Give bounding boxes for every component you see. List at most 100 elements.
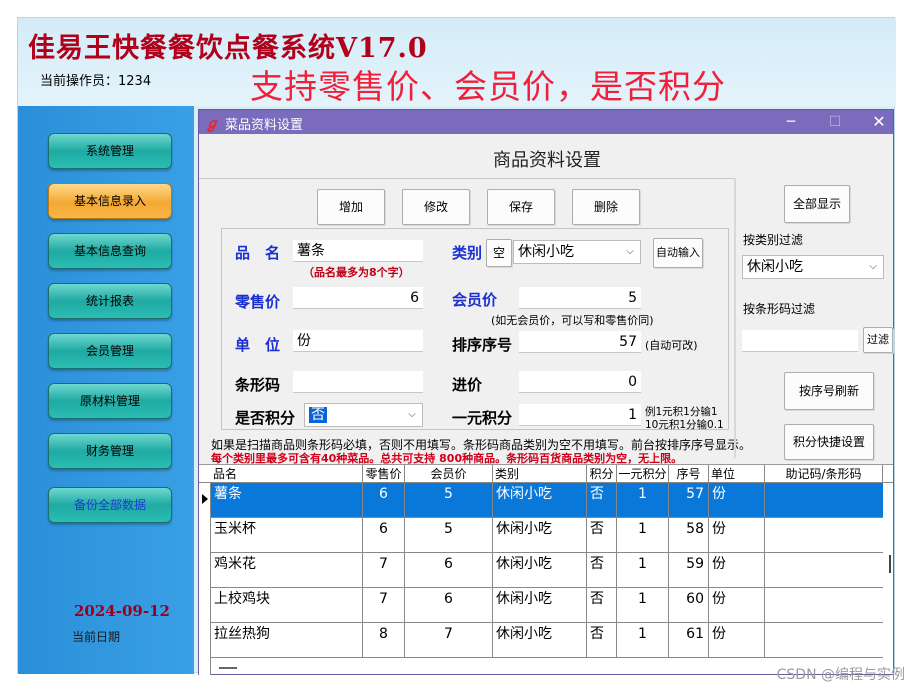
chevron-down-icon: ⌵ [408,409,416,420]
sidebar-item-members[interactable]: 会员管理 [48,333,172,369]
table-cell: 1 [617,483,669,518]
category-label: 类别 [452,244,483,262]
filter-barcode-label: 按条形码过滤 [743,302,816,316]
sidebar-item-materials[interactable]: 原材料管理 [48,383,172,419]
table-cell: 薯条 [211,483,363,518]
table-cell: 7 [363,588,405,623]
yuan-points-note-2: 10元积1分输0.1 [645,419,724,431]
table-row[interactable]: 上校鸡块 7 6 休闲小吃 否 1 60 份 [211,588,883,623]
table-cell: 1 [617,518,669,553]
scrollbar-thumb[interactable] [889,555,891,573]
auto-input-button[interactable]: 自动输入 [653,238,703,268]
cost-price-input[interactable]: 0 [519,371,641,393]
delete-button[interactable]: 删除 [572,189,640,225]
column-header[interactable]: 会员价 [405,465,493,483]
barcode-input[interactable] [293,371,423,393]
filter-button[interactable]: 过滤 [863,327,893,353]
sidebar-item-reports[interactable]: 统计报表 [48,283,172,319]
sidebar-item-backup[interactable]: 备份全部数据 [48,487,172,523]
edit-button[interactable]: 修改 [402,189,470,225]
save-button[interactable]: 保存 [487,189,555,225]
maximize-icon[interactable]: ☐ [813,110,857,134]
table-cell: 1 [617,553,669,588]
table-cell [765,553,883,588]
retail-price-label: 零售价 [235,293,281,311]
sidebar: 系统管理 基本信息录入 基本信息查询 统计报表 会员管理 原材料管理 财务管理 … [18,106,194,674]
close-icon[interactable]: ✕ [857,110,901,134]
sort-order-label: 排序序号 [452,336,513,354]
filter-category-select[interactable]: 休闲小吃 ⌵ [742,255,884,279]
points-enabled-label: 是否积分 [235,409,296,427]
operator-label: 当前操作员：1234 [40,74,152,89]
yuan-points-input[interactable]: 1 [519,404,641,426]
table-cell: 7 [405,623,493,658]
category-clear-button[interactable]: 空 [486,239,512,267]
table-cell: 57 [669,483,709,518]
sidebar-item-basic-entry[interactable]: 基本信息录入 [48,183,172,219]
sidebar-item-system[interactable]: 系统管理 [48,133,172,169]
filter-category-value: 休闲小吃 [747,259,803,275]
refresh-by-sort-button[interactable]: 按序号刷新 [784,372,874,410]
row-selector-column [199,483,211,675]
barcode-label: 条形码 [235,376,281,394]
table-cell: 6 [405,588,493,623]
name-note: （品名最多为8个字） [303,266,410,279]
points-quick-settings-button[interactable]: 积分快捷设置 [784,424,874,460]
column-header[interactable]: 助记码/条形码 [765,465,883,483]
table-cell [765,483,883,518]
table-cell: 份 [709,588,765,623]
table-cell: 61 [669,623,709,658]
table-cell: 休闲小吃 [493,623,587,658]
column-header[interactable]: 品名 [211,465,363,483]
table-header: 品名 零售价 会员价 类别 积分 一元积分 序号 单位 助记码/条形码 [199,465,893,483]
yuan-points-label: 一元积分 [452,409,513,427]
column-header[interactable]: 序号 [669,465,709,483]
table-cell: 份 [709,518,765,553]
add-button[interactable]: 增加 [317,189,385,225]
sidebar-item-basic-query[interactable]: 基本信息查询 [48,233,172,269]
table-cell: 6 [363,518,405,553]
table-cell: 8 [363,623,405,658]
member-price-label: 会员价 [452,291,498,309]
column-header[interactable]: 零售价 [363,465,405,483]
category-select[interactable]: 休闲小吃 ⌵ [513,240,641,264]
points-enabled-value: 否 [309,407,327,423]
column-header[interactable]: 一元积分 [617,465,669,483]
column-header[interactable]: 积分 [587,465,617,483]
table-row[interactable]: 鸡米花 7 6 休闲小吃 否 1 59 份 [211,553,883,588]
table-row[interactable]: 玉米杯 6 5 休闲小吃 否 1 58 份 [211,518,883,553]
points-enabled-select[interactable]: 否 ⌵ [304,403,423,427]
table-cell: 否 [587,553,617,588]
column-header[interactable]: 类别 [493,465,587,483]
name-label: 品 名 [235,244,281,262]
product-settings-dialog: ℊ 菜品资料设置 ─ ☐ ✕ 商品资料设置 增加 修改 保存 删除 品 名 薯条… [198,109,894,675]
sidebar-item-finance[interactable]: 财务管理 [48,433,172,469]
dialog-titlebar[interactable]: ℊ 菜品资料设置 ─ ☐ ✕ [199,110,893,134]
product-table: 品名 零售价 会员价 类别 积分 一元积分 序号 单位 助记码/条形码 薯条 6… [199,464,893,675]
table-cell [765,518,883,553]
column-header[interactable]: 单位 [709,465,765,483]
current-row-indicator-icon [202,494,208,504]
filter-category-label: 按类别过滤 [743,233,804,247]
show-all-button[interactable]: 全部显示 [784,185,850,223]
divider [199,178,734,179]
chevron-down-icon: ⌵ [869,261,877,272]
table-cell: 份 [709,553,765,588]
app-logo-icon: ℊ [205,116,219,132]
table-row[interactable]: 薯条 6 5 休闲小吃 否 1 57 份 [211,483,883,518]
minimize-icon[interactable]: ─ [769,110,813,134]
table-row[interactable]: 拉丝热狗 8 7 休闲小吃 否 1 61 份 [211,623,883,658]
retail-price-input[interactable]: 6 [293,287,423,309]
table-cell: 否 [587,623,617,658]
member-price-note: (如无会员价，可以写和零售价同) [491,314,654,327]
unit-input[interactable]: 份 [293,330,423,352]
vertical-divider [734,178,736,458]
table-cell: 6 [405,553,493,588]
table-cell: 5 [405,518,493,553]
category-select-value: 休闲小吃 [518,244,574,260]
sort-order-input[interactable]: 57 [519,331,641,353]
name-input[interactable]: 薯条 [293,240,423,262]
filter-barcode-input[interactable] [742,330,858,352]
table-cell [765,623,883,658]
member-price-input[interactable]: 5 [519,287,641,309]
